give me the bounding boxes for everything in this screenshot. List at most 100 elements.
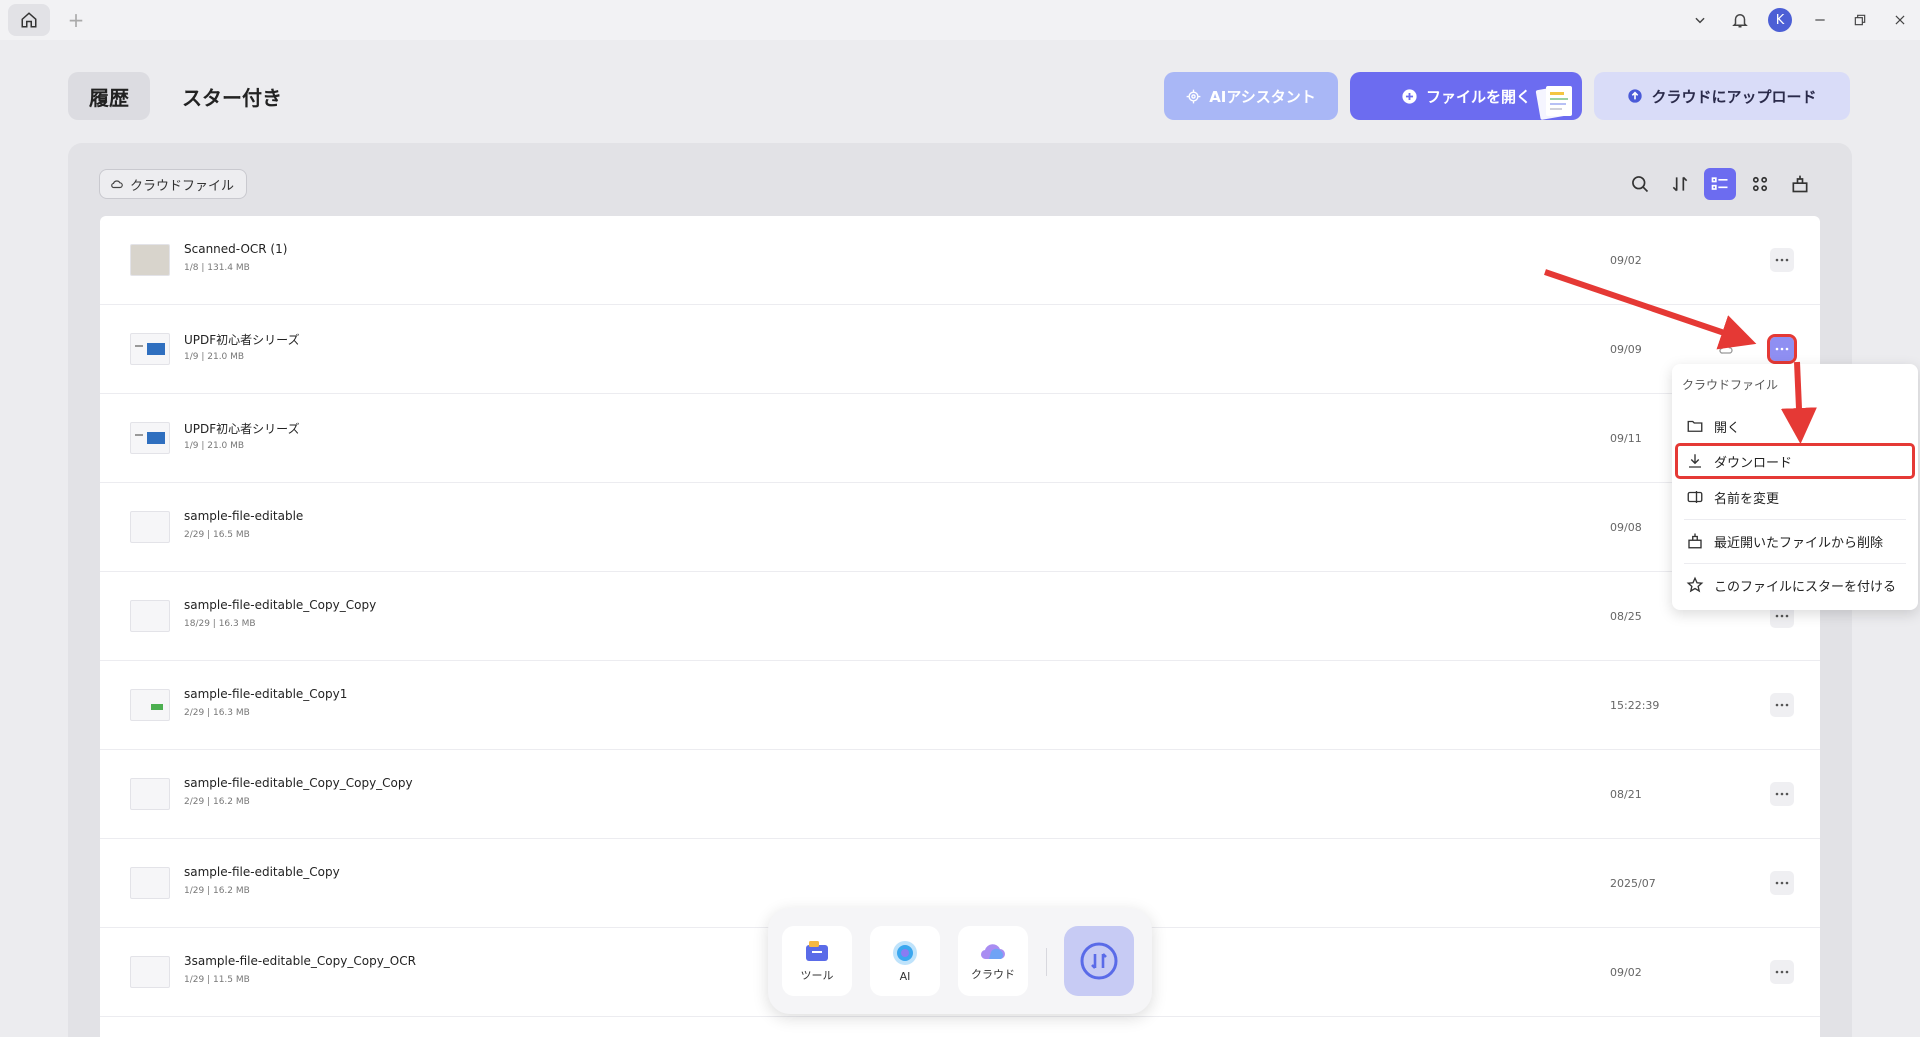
file-thumbnail — [130, 600, 170, 632]
close-icon — [1895, 15, 1905, 25]
file-thumbnail — [130, 422, 170, 454]
file-meta: 2/29 | 16.3 MB — [184, 708, 250, 718]
upload-circle-icon — [1628, 89, 1643, 103]
rename-icon — [1687, 491, 1703, 503]
home-tab[interactable] — [8, 4, 50, 36]
more-button[interactable] — [1770, 693, 1794, 717]
file-date: 08/21 — [1610, 788, 1642, 801]
file-row[interactable]: UPDF初心者シリーズ 1/9 | 21.0 MB 09/11 — [100, 394, 1820, 483]
file-row[interactable]: UPDF初心者シリーズ 1/9 | 21.0 MB 09/09 — [100, 305, 1820, 394]
file-name: sample-file-editable_Copy_Copy_Copy — [184, 776, 413, 790]
file-name: sample-file-editable_Copy — [184, 865, 340, 879]
more-icon — [1775, 703, 1789, 707]
dock-cloud-button[interactable]: クラウド — [958, 926, 1028, 996]
plus-circle-icon — [1402, 88, 1417, 104]
more-icon — [1775, 792, 1789, 796]
file-meta: 2/29 | 16.2 MB — [184, 797, 250, 807]
file-thumbnail — [130, 867, 170, 899]
clear-button[interactable] — [1784, 168, 1816, 200]
file-name: sample-file-editable_Copy1 — [184, 687, 348, 701]
notification-button[interactable] — [1720, 0, 1760, 40]
dock-ai-button[interactable]: AI — [870, 926, 940, 996]
open-file-label: ファイルを開く — [1425, 87, 1531, 106]
file-name: Scanned-OCR (1) — [184, 242, 288, 256]
menu-item-rename[interactable]: 名前を変更 — [1684, 482, 1906, 512]
grid-view-button[interactable] — [1744, 168, 1776, 200]
restore-button[interactable] — [1840, 0, 1880, 40]
ai-orb-icon — [893, 940, 917, 965]
file-name: sample-file-editable — [184, 509, 304, 523]
file-meta: 1/29 | 11.5 MB — [184, 975, 250, 985]
menu-item-label: 最近開いたファイルから削除 — [1714, 535, 1884, 551]
ai-assistant-label: AIアシスタント — [1209, 87, 1316, 106]
broom-icon — [1792, 175, 1808, 193]
ai-assistant-button[interactable]: AIアシスタント — [1164, 72, 1338, 120]
list-view-icon — [1711, 177, 1728, 190]
list-view-button[interactable] — [1704, 168, 1736, 200]
tab-starred[interactable]: スター付き — [182, 72, 282, 120]
cloud-files-filter[interactable]: クラウドファイル — [99, 169, 248, 199]
more-button[interactable] — [1770, 782, 1794, 806]
file-meta: 1/29 | 16.2 MB — [184, 886, 250, 896]
chevron-down-icon — [1695, 17, 1705, 24]
context-menu: クラウドファイル 開く ダウンロード 名前を変更 最近開いたファイルから削除 こ… — [1672, 364, 1918, 610]
title-bar: + K — [0, 0, 1920, 40]
menu-item-remove-recent[interactable]: 最近開いたファイルから削除 — [1684, 526, 1906, 556]
dock-sync-button[interactable] — [1064, 926, 1134, 996]
more-button[interactable] — [1770, 248, 1794, 272]
menu-item-label: このファイルにスターを付ける — [1714, 579, 1897, 595]
sort-button[interactable] — [1664, 168, 1696, 200]
file-row[interactable]: sample-file-editable 2/29 | 16.5 MB 09/0… — [100, 483, 1820, 572]
file-row[interactable]: sample-file-editable_Copy_Copy 18/29 | 1… — [100, 572, 1820, 661]
file-meta: 1/9 | 21.0 MB — [184, 352, 245, 362]
file-name: sample-file-editable_Copy_Copy — [184, 598, 377, 612]
file-row[interactable]: sample-file-editable_Copy_Copy_Copy 2/29… — [100, 750, 1820, 839]
menu-divider — [1684, 519, 1906, 520]
more-button[interactable] — [1770, 960, 1794, 984]
cloud-icon — [111, 180, 123, 189]
new-tab-button[interactable]: + — [64, 8, 88, 32]
menu-item-open[interactable]: 開く — [1684, 411, 1906, 441]
folder-icon — [1687, 420, 1703, 432]
minimize-icon — [1815, 19, 1825, 21]
sort-icon — [1672, 176, 1688, 192]
cloud-files-label: クラウドファイル — [130, 178, 235, 194]
menu-title: クラウドファイル — [1682, 378, 1779, 392]
upload-cloud-button[interactable]: クラウドにアップロード — [1594, 72, 1850, 120]
tab-history[interactable]: 履歴 — [68, 72, 150, 120]
minimize-button[interactable] — [1800, 0, 1840, 40]
file-date: 09/09 — [1610, 343, 1642, 356]
file-meta: 1/9 | 21.0 MB — [184, 441, 245, 451]
file-row[interactable]: Scanned-OCR (1) 1/8 | 131.4 MB 09/02 — [100, 216, 1820, 305]
more-button-active[interactable] — [1767, 334, 1797, 364]
bottom-dock: ツール AI クラウド — [768, 908, 1152, 1014]
file-thumbnail — [130, 244, 170, 276]
bell-icon — [1732, 14, 1748, 28]
dock-ai-label: AI — [899, 969, 911, 983]
dock-tools-button[interactable]: ツール — [782, 926, 852, 996]
close-button[interactable] — [1880, 0, 1920, 40]
file-name: UPDF初心者シリーズ — [184, 333, 300, 347]
file-row[interactable]: sample-file-editable_Copy1 2/29 | 16.3 M… — [100, 661, 1820, 750]
more-button[interactable] — [1770, 871, 1794, 895]
file-meta: 18/29 | 16.3 MB — [184, 619, 256, 629]
file-date: 09/11 — [1610, 432, 1642, 445]
dropdown-button[interactable] — [1680, 0, 1720, 40]
menu-divider — [1684, 563, 1906, 564]
avatar-button[interactable]: K — [1760, 0, 1800, 40]
menu-item-download[interactable]: ダウンロード — [1675, 443, 1915, 479]
open-file-button[interactable]: ファイルを開く — [1350, 72, 1582, 120]
tools-icon — [806, 941, 828, 961]
menu-item-star[interactable]: このファイルにスターを付ける — [1684, 570, 1906, 600]
view-toolbar — [1624, 168, 1816, 200]
file-thumbnail — [130, 333, 170, 365]
more-icon — [1775, 881, 1789, 885]
dock-tools-label: ツール — [800, 969, 834, 982]
search-button[interactable] — [1624, 168, 1656, 200]
avatar: K — [1768, 8, 1792, 32]
file-meta: 1/8 | 131.4 MB — [184, 263, 250, 273]
upload-cloud-label: クラウドにアップロード — [1651, 87, 1817, 106]
cloud-icon — [980, 944, 1005, 960]
file-date: 08/25 — [1610, 610, 1642, 623]
file-thumbnail — [130, 511, 170, 543]
